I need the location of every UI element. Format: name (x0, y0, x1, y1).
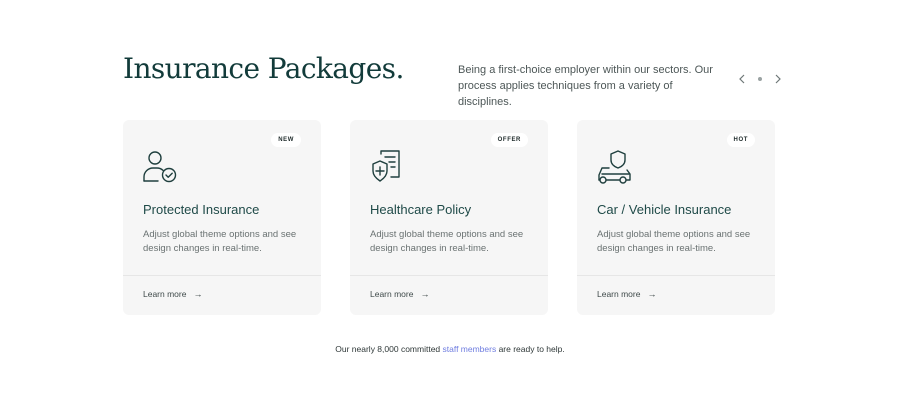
carousel-nav (734, 71, 786, 87)
card-title: Healthcare Policy (370, 202, 472, 217)
medical-document-icon (372, 150, 400, 182)
card-divider (577, 275, 775, 276)
person-check-icon (143, 151, 177, 183)
card-badge: OFFER (490, 133, 528, 147)
footnote: Our nearly 8,000 committed staff members… (0, 344, 900, 354)
car-shield-icon (598, 150, 631, 184)
arrow-right-icon: → (193, 289, 203, 299)
insurance-packages-section: Insurance Packages. Being a first-choice… (0, 0, 900, 416)
card-title: Car / Vehicle Insurance (597, 202, 732, 217)
package-card-car-vehicle-insurance[interactable]: HOT Car / Vehicle Insurance Adjust globa… (577, 120, 775, 315)
carousel-dot[interactable] (758, 77, 762, 81)
card-badge: HOT (726, 133, 755, 147)
arrow-right-icon: → (420, 289, 430, 299)
chevron-right-icon[interactable] (770, 71, 786, 87)
card-description: Adjust global theme options and see desi… (143, 229, 297, 254)
footnote-text-after: are ready to help. (496, 344, 565, 354)
card-description: Adjust global theme options and see desi… (597, 229, 751, 254)
learn-more-link[interactable]: Learn more → (597, 289, 656, 299)
package-card-protected-insurance[interactable]: NEW Protected Insurance Adjust global th… (123, 120, 321, 315)
chevron-left-icon[interactable] (734, 71, 750, 87)
learn-more-link[interactable]: Learn more → (370, 289, 429, 299)
footnote-text-before: Our nearly 8,000 committed (335, 344, 443, 354)
section-title: Insurance Packages. (123, 52, 404, 85)
card-divider (123, 275, 321, 276)
card-badge: NEW (271, 133, 301, 147)
card-divider (350, 275, 548, 276)
staff-members-link[interactable]: staff members (443, 344, 497, 354)
learn-more-label: Learn more (143, 289, 187, 299)
package-card-healthcare-policy[interactable]: OFFER Healthcare Policy Adjust global th… (350, 120, 548, 315)
package-cards: NEW Protected Insurance Adjust global th… (123, 120, 775, 315)
section-intro: Being a first-choice employer within our… (458, 64, 713, 108)
learn-more-link[interactable]: Learn more → (143, 289, 202, 299)
card-description: Adjust global theme options and see desi… (370, 229, 524, 254)
arrow-right-icon: → (647, 289, 657, 299)
learn-more-label: Learn more (370, 289, 414, 299)
card-title: Protected Insurance (143, 202, 260, 217)
learn-more-label: Learn more (597, 289, 641, 299)
